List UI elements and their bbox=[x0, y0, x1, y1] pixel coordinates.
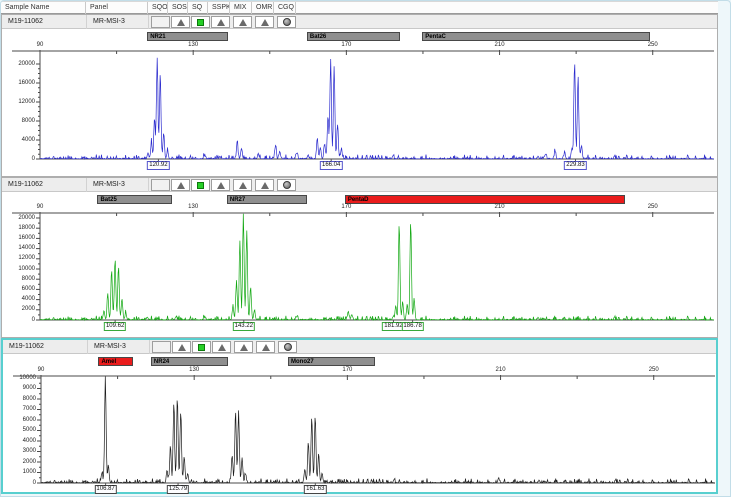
electropherogram-panel[interactable]: M19-11062MR-MSI-3Bat25NR27PentaD90130170… bbox=[1, 177, 718, 338]
electropherogram-panel[interactable]: M19-11062MR-MSI-3NR21Bat26PentaC90130170… bbox=[1, 14, 718, 177]
peak-size-label[interactable]: 106.87 bbox=[94, 485, 116, 494]
trace-plot[interactable] bbox=[2, 178, 719, 339]
column-header-sspk: SSPK bbox=[208, 2, 230, 14]
peak-size-label[interactable]: 161.63 bbox=[304, 485, 326, 494]
peak-size-label[interactable]: 229.83 bbox=[564, 161, 586, 170]
peak-size-label[interactable]: 120.92 bbox=[147, 161, 169, 170]
peak-size-label[interactable]: 143.22 bbox=[233, 322, 255, 331]
column-header-sq: SQ bbox=[188, 2, 208, 14]
trace-plot[interactable] bbox=[2, 15, 719, 178]
column-header-sample-name: Sample Name bbox=[1, 2, 86, 14]
column-header-sos: SOS bbox=[168, 2, 188, 14]
column-header-omr: OMR bbox=[252, 2, 274, 14]
column-header-row: Sample Name Panel SQO SOS SQ SSPK MIX OM… bbox=[1, 1, 718, 14]
peak-size-label[interactable]: 109.62 bbox=[104, 322, 126, 331]
column-header-mix: MIX bbox=[230, 2, 252, 14]
column-header-sqo: SQO bbox=[148, 2, 168, 14]
trace-line bbox=[40, 214, 714, 320]
column-header-cgq: CGQ bbox=[274, 2, 296, 14]
trace-line bbox=[40, 58, 714, 159]
trace-plot[interactable] bbox=[3, 340, 720, 496]
peak-size-label[interactable]: 125.79 bbox=[167, 485, 189, 494]
app-window: Sample Name Panel SQO SOS SQ SSPK MIX OM… bbox=[0, 0, 731, 497]
trace-line bbox=[41, 377, 715, 484]
peak-size-label[interactable]: 166.04 bbox=[320, 161, 342, 170]
electropherogram-panel[interactable]: M19-11062MR-MSI-3AmelNR24Mono27901301702… bbox=[1, 338, 718, 494]
peak-size-label[interactable]: 186.78 bbox=[401, 322, 423, 331]
column-header-panel: Panel bbox=[86, 2, 148, 14]
